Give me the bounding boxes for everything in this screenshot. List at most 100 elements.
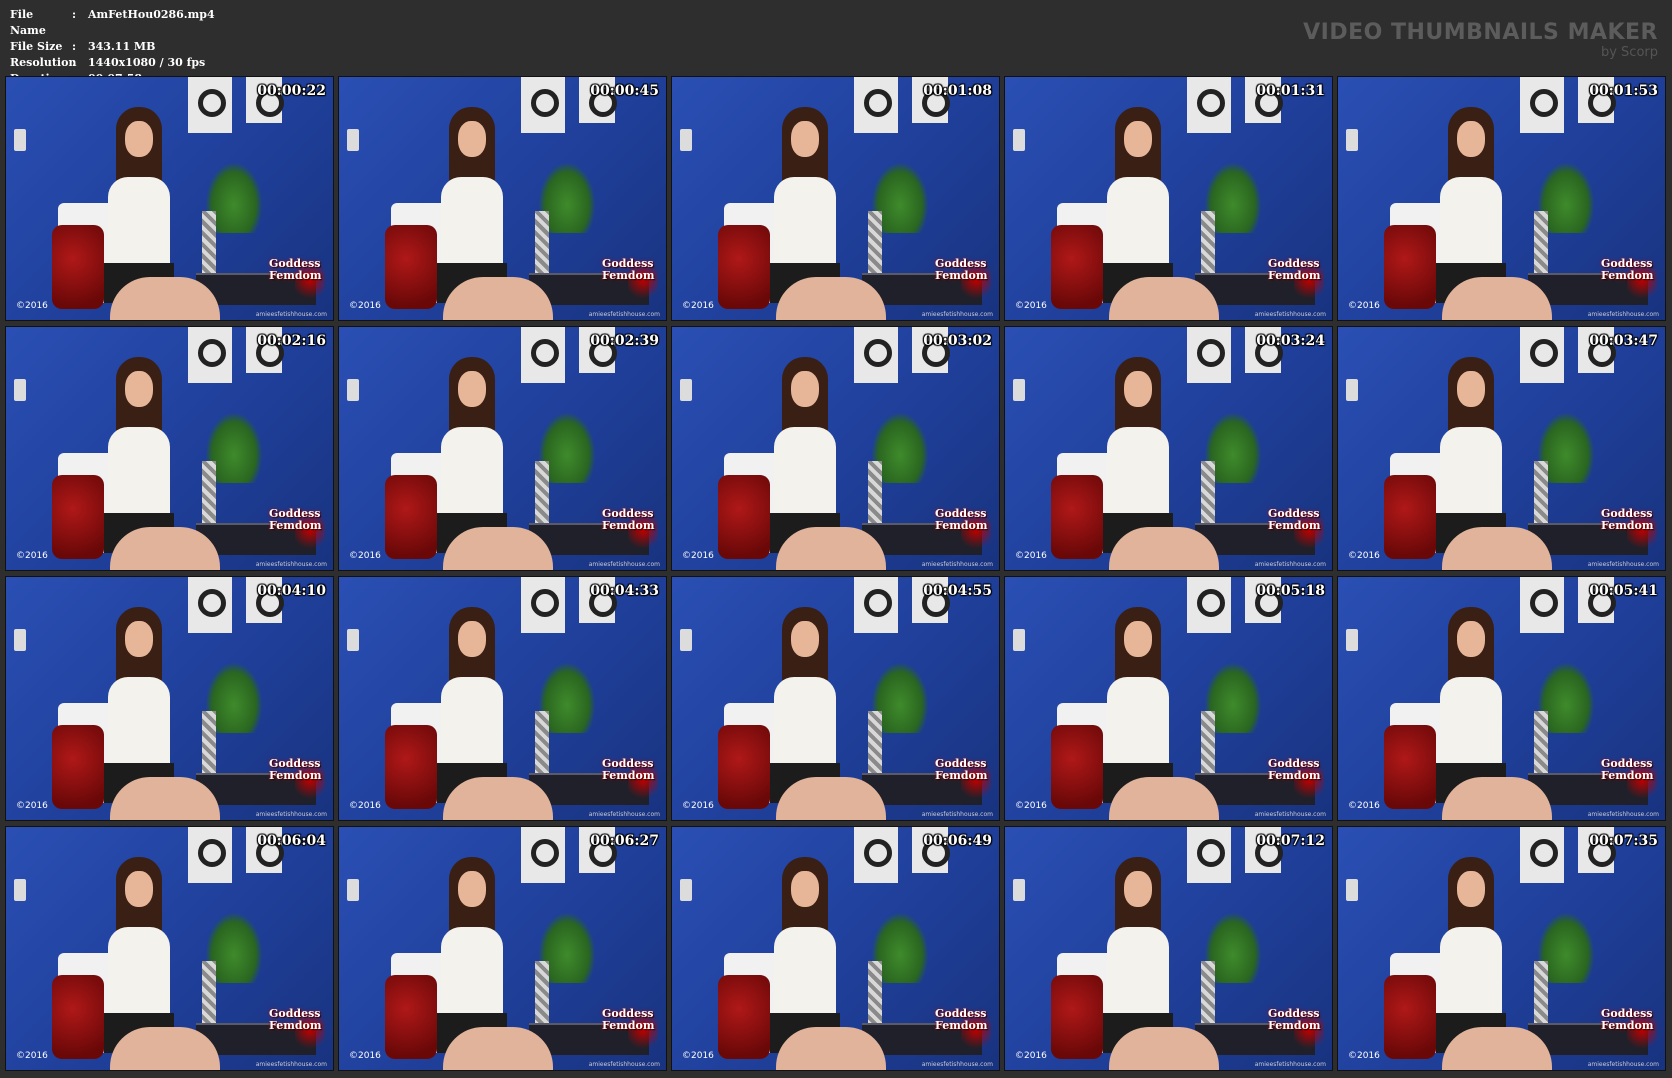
thumbnail[interactable]: Goddess Femdom 00:02:39 ©2016 amieesfetishho… <box>338 326 667 571</box>
thumbnail[interactable]: Goddess Femdom 00:07:35 ©2016 amieesfetishho… <box>1337 826 1666 1071</box>
thumbnail[interactable]: Goddess Femdom 00:06:49 ©2016 amieesfetishho… <box>671 826 1000 1071</box>
wall-art <box>854 827 898 883</box>
timestamp: 00:05:41 <box>1589 583 1658 599</box>
thumbnail[interactable]: Goddess Femdom 00:00:22 ©2016 amieesfetishho… <box>5 76 334 321</box>
logo-line: Femdom <box>935 269 988 282</box>
light-switch <box>680 879 692 901</box>
face <box>458 621 486 657</box>
wall-art <box>521 77 565 133</box>
vase <box>1201 711 1215 775</box>
white-top <box>441 427 503 517</box>
info-row-file-size: File Size : 343.11 MB <box>10 39 215 55</box>
face <box>791 371 819 407</box>
vase <box>535 461 549 525</box>
timestamp: 00:06:49 <box>923 833 992 849</box>
thumbnail[interactable]: Goddess Femdom 00:05:18 ©2016 amieesfetishho… <box>1004 576 1333 821</box>
wall-art <box>1520 77 1564 133</box>
vase <box>535 711 549 775</box>
goddess-femdom-logo: Goddess Femdom <box>269 258 322 298</box>
timestamp: 00:02:16 <box>257 333 326 349</box>
vase <box>202 961 216 1025</box>
logo-line: Femdom <box>935 769 988 782</box>
goddess-femdom-logo: Goddess Femdom <box>269 758 322 798</box>
site-url: amieesfetishhouse.com <box>1254 1061 1326 1068</box>
person <box>1093 857 1219 1070</box>
thumbnail[interactable]: Goddess Femdom 00:06:27 ©2016 amieesfetishho… <box>338 826 667 1071</box>
site-url: amieesfetishhouse.com <box>1254 311 1326 318</box>
timestamp: 00:03:24 <box>1256 333 1325 349</box>
site-url: amieesfetishhouse.com <box>921 1061 993 1068</box>
person <box>94 607 220 820</box>
vase <box>535 961 549 1025</box>
copyright: ©2016 <box>349 1051 381 1061</box>
wall-art <box>854 577 898 633</box>
white-top <box>1440 927 1502 1017</box>
info-value: 1440x1080 / 30 fps <box>88 56 206 69</box>
wall-art <box>1520 327 1564 383</box>
timestamp: 00:06:27 <box>590 833 659 849</box>
thumbnail[interactable]: Goddess Femdom 00:01:08 ©2016 amieesfetishho… <box>671 76 1000 321</box>
thumbnail[interactable]: Goddess Femdom 00:04:55 ©2016 amieesfetishho… <box>671 576 1000 821</box>
white-top <box>1107 677 1169 767</box>
person <box>427 607 553 820</box>
light-switch <box>14 879 26 901</box>
brand-byline: by Scorp <box>1600 45 1658 60</box>
light-switch <box>1013 379 1025 401</box>
thumbnail[interactable]: Goddess Femdom 00:01:31 ©2016 amieesfetishho… <box>1004 76 1333 321</box>
logo-line: Femdom <box>935 519 988 532</box>
white-top <box>441 177 503 267</box>
timestamp: 00:01:53 <box>1589 83 1658 99</box>
copyright: ©2016 <box>1015 801 1047 811</box>
wall-art <box>854 77 898 133</box>
thumbnail[interactable]: Goddess Femdom 00:04:10 ©2016 amieesfetishho… <box>5 576 334 821</box>
white-top <box>774 177 836 267</box>
logo-line: Femdom <box>1268 1019 1321 1032</box>
thumbnail[interactable]: Goddess Femdom 00:03:24 ©2016 amieesfetishho… <box>1004 326 1333 571</box>
goddess-femdom-logo: Goddess Femdom <box>935 258 988 298</box>
face <box>791 121 819 157</box>
copyright: ©2016 <box>349 801 381 811</box>
vase <box>868 211 882 275</box>
face <box>1457 371 1485 407</box>
file-info: File Name : AmFetHou0286.mp4 File Size :… <box>10 7 215 87</box>
light-switch <box>1013 129 1025 151</box>
person <box>1093 107 1219 320</box>
thumbnail[interactable]: Goddess Femdom 00:03:47 ©2016 amieesfetishho… <box>1337 326 1666 571</box>
info-row-file-name: File Name : AmFetHou0286.mp4 <box>10 7 215 39</box>
vase <box>868 711 882 775</box>
info-key: File Size <box>10 40 63 53</box>
thumbnail[interactable]: Goddess Femdom 00:01:53 ©2016 amieesfetishho… <box>1337 76 1666 321</box>
goddess-femdom-logo: Goddess Femdom <box>1268 758 1321 798</box>
goddess-femdom-logo: Goddess Femdom <box>1601 508 1654 548</box>
thumbnail[interactable]: Goddess Femdom 00:00:45 ©2016 amieesfetishho… <box>338 76 667 321</box>
person <box>1093 607 1219 820</box>
logo-line: Femdom <box>1601 1019 1654 1032</box>
goddess-femdom-logo: Goddess Femdom <box>269 1008 322 1048</box>
person <box>94 107 220 320</box>
thumbnail[interactable]: Goddess Femdom 00:06:04 ©2016 amieesfetishho… <box>5 826 334 1071</box>
thumbnail[interactable]: Goddess Femdom 00:02:16 ©2016 amieesfetishho… <box>5 326 334 571</box>
thumbnail[interactable]: Goddess Femdom 00:04:33 ©2016 amieesfetishho… <box>338 576 667 821</box>
timestamp: 00:04:55 <box>923 583 992 599</box>
copyright: ©2016 <box>1015 551 1047 561</box>
thumbnail-grid: Goddess Femdom 00:00:22 ©2016 amieesfetishho… <box>5 76 1666 1071</box>
timestamp: 00:07:12 <box>1256 833 1325 849</box>
white-top <box>774 427 836 517</box>
person <box>760 357 886 570</box>
white-top <box>1440 677 1502 767</box>
wall-art <box>1187 327 1231 383</box>
goddess-femdom-logo: Goddess Femdom <box>935 758 988 798</box>
timestamp: 00:07:35 <box>1589 833 1658 849</box>
site-url: amieesfetishhouse.com <box>921 561 993 568</box>
goddess-femdom-logo: Goddess Femdom <box>935 508 988 548</box>
thumbnail[interactable]: Goddess Femdom 00:05:41 ©2016 amieesfetishho… <box>1337 576 1666 821</box>
light-switch <box>680 129 692 151</box>
info-separator: : <box>72 40 77 53</box>
light-switch <box>14 129 26 151</box>
logo-line: Femdom <box>269 269 322 282</box>
vase <box>1534 711 1548 775</box>
thumbnail[interactable]: Goddess Femdom 00:07:12 ©2016 amieesfetishho… <box>1004 826 1333 1071</box>
thumbnail[interactable]: Goddess Femdom 00:03:02 ©2016 amieesfetishho… <box>671 326 1000 571</box>
wall-art <box>854 327 898 383</box>
logo-line: Femdom <box>602 269 655 282</box>
